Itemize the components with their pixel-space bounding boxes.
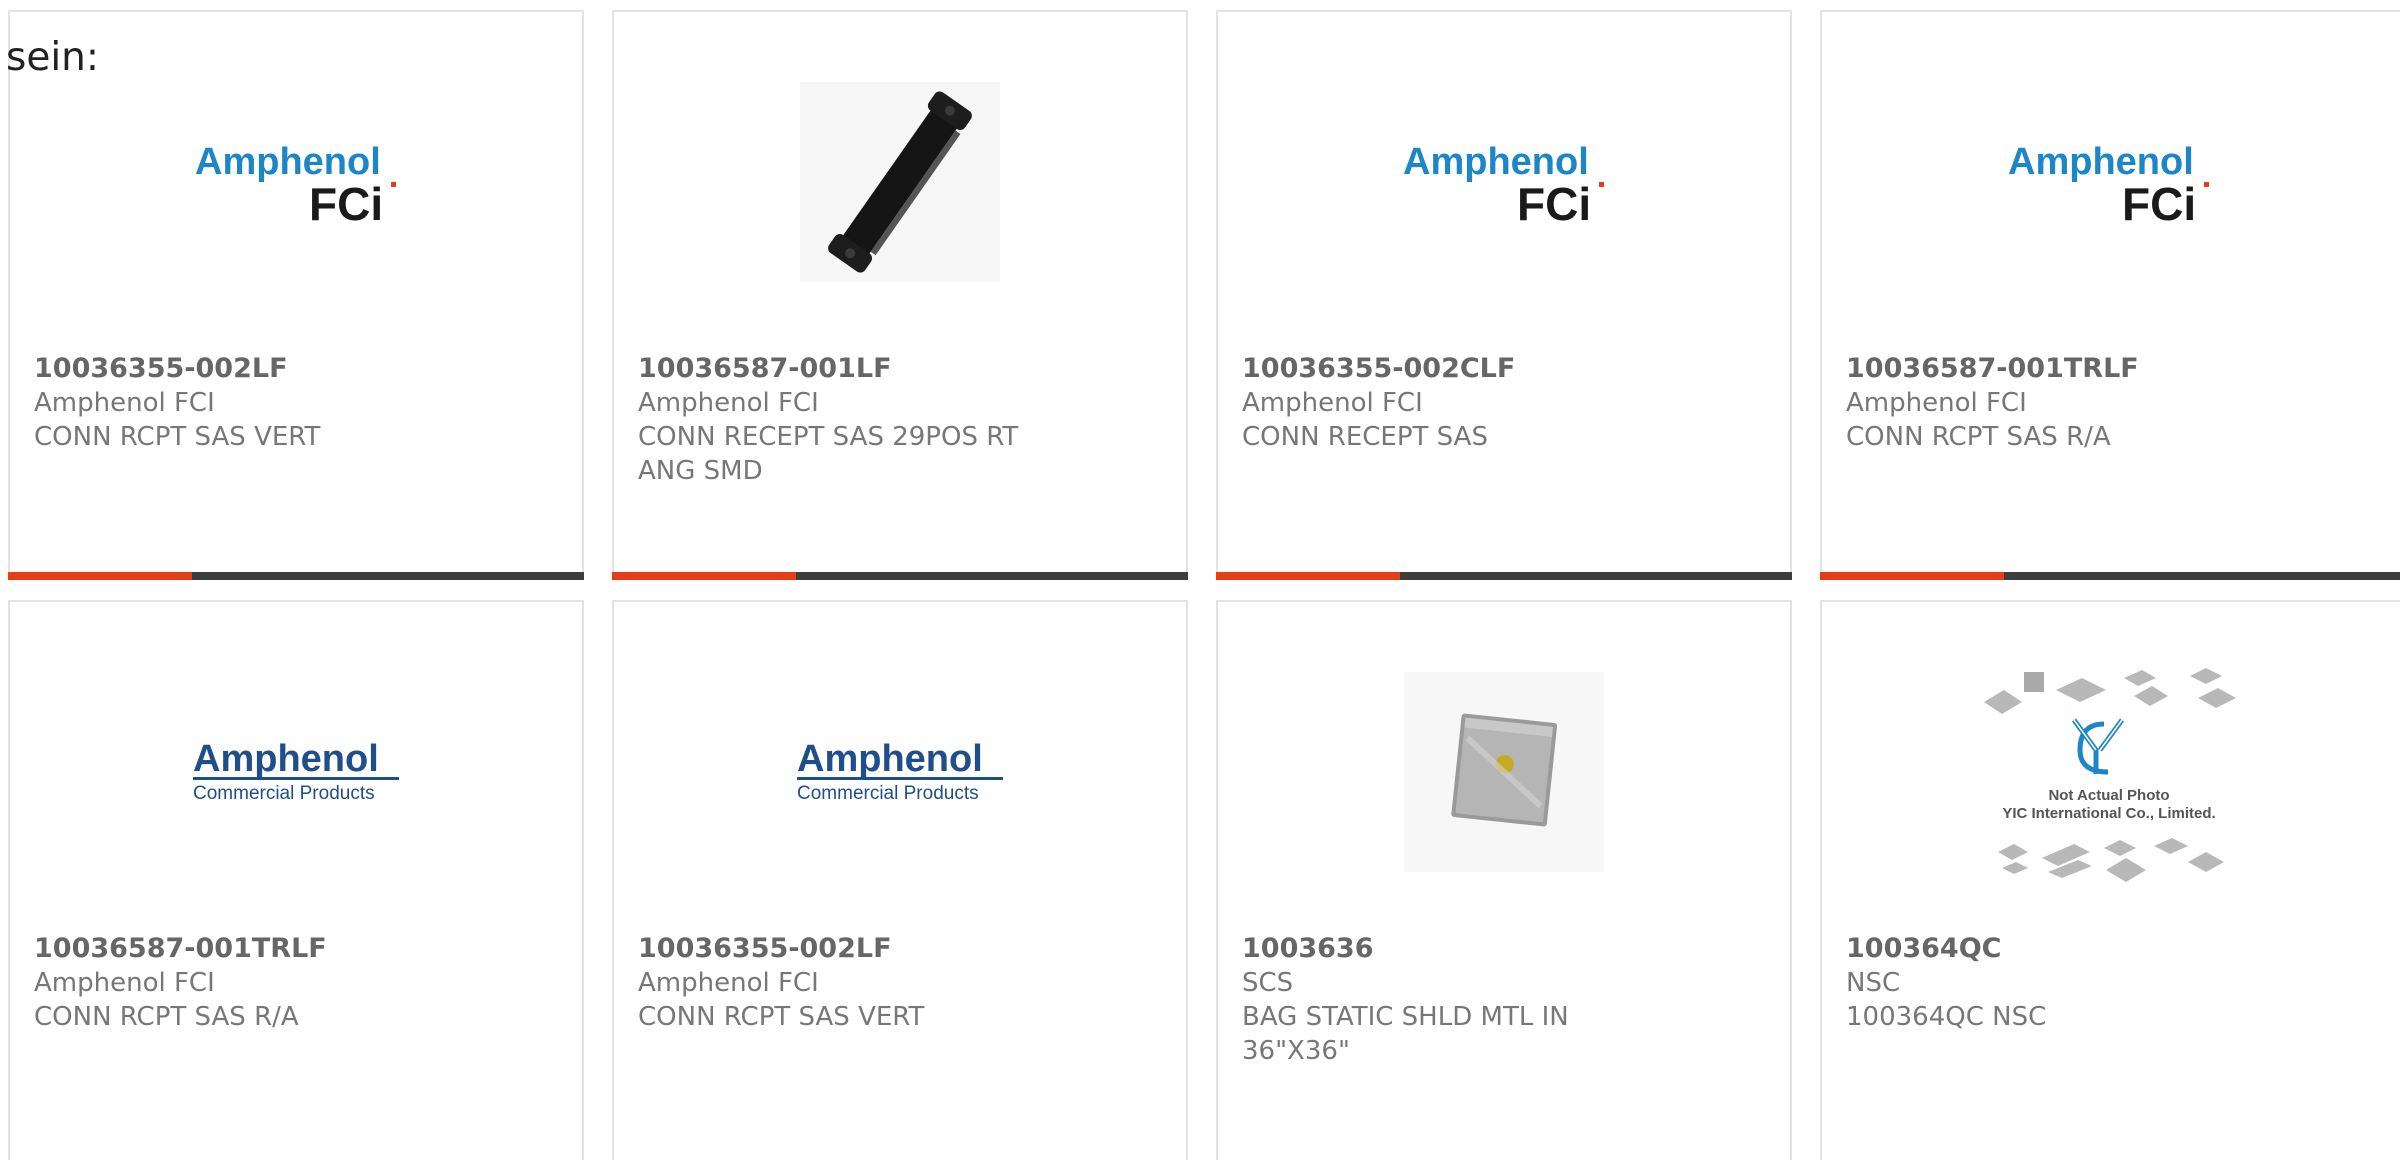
product-card[interactable]: Amphenol FCi 10036355-002LF Amphenol FCI… bbox=[8, 10, 584, 580]
product-image: Amphenol Commercial Products bbox=[10, 662, 582, 882]
product-card[interactable]: Not Actual Photo YIC International Co., … bbox=[1820, 600, 2400, 1160]
svg-text:Commercial Products: Commercial Products bbox=[193, 783, 375, 804]
manufacturer: Amphenol FCI bbox=[1242, 388, 1423, 418]
product-card[interactable]: Amphenol FCi 10036355-002CLF Amphenol FC… bbox=[1216, 10, 1792, 580]
card-bar bbox=[612, 572, 1188, 580]
manufacturer: NSC bbox=[1846, 968, 1901, 998]
description: CONN RCPT SAS R/A bbox=[34, 1002, 299, 1032]
part-number[interactable]: 10036587-001TRLF bbox=[1846, 352, 2266, 386]
card-bar bbox=[8, 572, 584, 580]
svg-text:Amphenol: Amphenol bbox=[193, 738, 379, 780]
part-number[interactable]: 10036355-002CLF bbox=[1242, 352, 1662, 386]
amphenol-fci-logo: Amphenol FCi bbox=[195, 141, 396, 230]
svg-text:Not Actual Photo: Not Actual Photo bbox=[2048, 787, 2169, 804]
part-number[interactable]: 100364QC bbox=[1846, 932, 2266, 966]
svg-text:Amphenol: Amphenol bbox=[797, 738, 983, 780]
svg-text:FCi: FCi bbox=[2122, 178, 2196, 230]
amphenol-commercial-logo: Amphenol Commercial Products bbox=[193, 738, 399, 804]
svg-text:Amphenol: Amphenol bbox=[2008, 141, 2194, 183]
manufacturer: Amphenol FCI bbox=[638, 968, 819, 998]
part-number[interactable]: 10036587-001LF bbox=[638, 352, 1058, 386]
product-image: Amphenol FCi bbox=[1822, 72, 2396, 292]
product-card[interactable]: Amphenol Commercial Products 10036355-00… bbox=[612, 600, 1188, 1160]
svg-text:Amphenol: Amphenol bbox=[195, 141, 381, 183]
description: CONN RCPT SAS VERT bbox=[34, 422, 321, 452]
part-number[interactable]: 10036355-002LF bbox=[638, 932, 1058, 966]
part-number[interactable]: 1003636 bbox=[1242, 932, 1662, 966]
card-bar bbox=[1820, 572, 2400, 580]
card-bar-accent bbox=[1820, 572, 2004, 580]
manufacturer: Amphenol FCI bbox=[34, 968, 215, 998]
description: CONN RCPT SAS R/A bbox=[1846, 422, 2111, 452]
svg-text:FCi: FCi bbox=[309, 178, 383, 230]
manufacturer: Amphenol FCI bbox=[34, 388, 215, 418]
product-grid: Amphenol FCi 10036355-002LF Amphenol FCI… bbox=[0, 0, 2400, 1160]
description: 100364QC NSC bbox=[1846, 1002, 2047, 1032]
svg-text:FCi: FCi bbox=[1517, 178, 1591, 230]
description: CONN RECEPT SAS bbox=[1242, 422, 1488, 452]
svg-text:YIC International Co., Limited: YIC International Co., Limited. bbox=[2002, 805, 2215, 822]
description: CONN RCPT SAS VERT bbox=[638, 1002, 925, 1032]
svg-text:Commercial Products: Commercial Products bbox=[797, 783, 979, 804]
lead-text: sein: bbox=[6, 35, 100, 80]
part-number[interactable]: 10036587-001TRLF bbox=[34, 932, 454, 966]
product-image bbox=[1218, 662, 1790, 882]
product-card[interactable]: 1003636 SCS BAG STATIC SHLD MTL IN 36"X3… bbox=[1216, 600, 1792, 1160]
amphenol-commercial-logo: Amphenol Commercial Products bbox=[797, 738, 1003, 804]
product-image: Amphenol FCi bbox=[10, 72, 582, 292]
manufacturer: SCS bbox=[1242, 968, 1294, 998]
product-image: Amphenol FCi bbox=[1218, 72, 1790, 292]
card-bar-accent bbox=[1216, 572, 1400, 580]
static-bag-photo bbox=[1404, 672, 1604, 872]
part-number[interactable]: 10036355-002LF bbox=[34, 352, 454, 386]
product-image bbox=[614, 72, 1186, 292]
card-bar bbox=[1216, 572, 1792, 580]
card-bar-accent bbox=[612, 572, 796, 580]
product-card[interactable]: Amphenol FCi 10036587-001TRLF Amphenol F… bbox=[1820, 10, 2400, 580]
card-bar-accent bbox=[8, 572, 192, 580]
amphenol-fci-logo: Amphenol FCi bbox=[2008, 141, 2209, 230]
svg-text:Amphenol: Amphenol bbox=[1403, 141, 1589, 183]
manufacturer: Amphenol FCI bbox=[1846, 388, 2027, 418]
product-image: Amphenol Commercial Products bbox=[614, 662, 1186, 882]
connector-photo bbox=[800, 82, 1000, 282]
amphenol-fci-logo: Amphenol FCi bbox=[1403, 141, 1604, 230]
product-card[interactable]: 10036587-001LF Amphenol FCI CONN RECEPT … bbox=[612, 10, 1188, 580]
description: CONN RECEPT SAS 29POS RT ANG SMD bbox=[638, 422, 1019, 486]
product-image: Not Actual Photo YIC International Co., … bbox=[1822, 662, 2396, 902]
yic-placeholder: Not Actual Photo YIC International Co., … bbox=[1984, 668, 2236, 882]
product-card[interactable]: Amphenol Commercial Products 10036587-00… bbox=[8, 600, 584, 1160]
manufacturer: Amphenol FCI bbox=[638, 388, 819, 418]
description: BAG STATIC SHLD MTL IN 36"X36" bbox=[1242, 1002, 1569, 1066]
